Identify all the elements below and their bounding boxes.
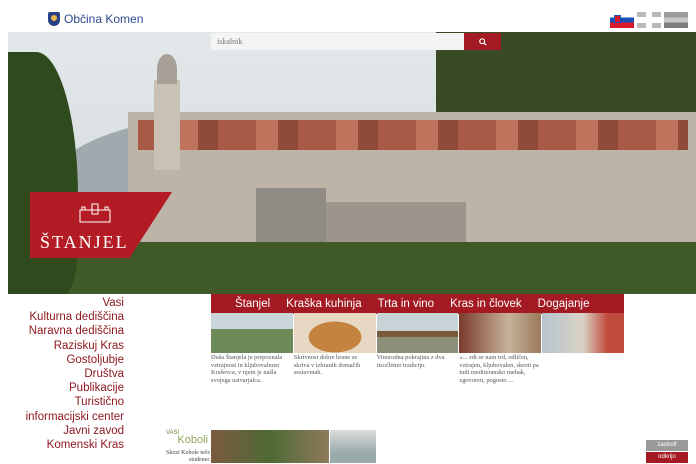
search-bar (211, 33, 501, 50)
card-caption: Duša Štanjela je prepoznala vztrajnost i… (211, 354, 283, 384)
sidebar-item-vasi[interactable]: Vasi (0, 296, 124, 310)
sidebar-item-publikacije[interactable]: Publikacije (0, 381, 124, 395)
card-caption: Skrivnost dobre hrane se skriva v izbran… (293, 354, 361, 377)
search-button[interactable] (464, 33, 501, 50)
flag-gb-icon[interactable] (637, 12, 661, 28)
tab-trta-in-vino[interactable]: Trta in vino (370, 294, 442, 314)
hero-roofs (138, 120, 688, 150)
card-image-vino[interactable] (376, 313, 459, 353)
card-image-clovek[interactable] (459, 313, 542, 353)
logo-text[interactable]: Občina Komen (64, 12, 143, 26)
sidebar-item-gostoljubje[interactable]: Gostoljubje (0, 353, 124, 367)
sidebar-item-drustva[interactable]: Društva (0, 367, 124, 381)
tab-stanjel[interactable]: Štanjel (211, 294, 278, 314)
card-caption (542, 354, 624, 384)
sidebar-item-naravna-dediscina[interactable]: Naravna dediščina (0, 324, 124, 338)
category-tabs: Štanjel Kraška kuhinja Trta in vino Kras… (211, 294, 624, 314)
sidebar-item-kulturna-dediscina[interactable]: Kulturna dediščina (0, 310, 124, 324)
tab-dogajanje[interactable]: Dogajanje (530, 294, 598, 314)
card-image-stanjel[interactable] (211, 313, 293, 353)
sidebar-item-tic-line1[interactable]: Turistično (0, 395, 124, 409)
site-logo[interactable]: Občina Komen (48, 12, 143, 26)
village-image[interactable] (211, 430, 329, 463)
card-image-dogajanje[interactable] (542, 313, 624, 353)
sidebar-item-raziskuj-kras[interactable]: Raziskuj Kras (0, 339, 124, 353)
village-name[interactable]: Koboli (150, 434, 208, 446)
card-captions: Duša Štanjela je prepoznala vztrajnost i… (211, 354, 624, 384)
card-caption: »... zdi se nam trd, odličen, vztrajen, … (459, 354, 539, 384)
tab-kras-in-clovek[interactable]: Kras in človek (442, 294, 530, 314)
sidebar-nav: Vasi Kulturna dediščina Naravna dediščin… (0, 296, 124, 452)
card-thumbnails (211, 313, 624, 353)
gray-button[interactable]: zaobolf (646, 440, 688, 451)
sidebar-item-tic-line2[interactable]: informacijski center (0, 410, 124, 424)
sidebar-item-javni-zavod-line2[interactable]: Komenski Kras (0, 438, 124, 452)
flag-si-icon[interactable] (610, 12, 634, 28)
hero-bell-tower (154, 54, 180, 170)
banner-title: ŠTANJEL (40, 232, 129, 252)
sidebar-item-javni-zavod-line1[interactable]: Javni zavod (0, 424, 124, 438)
tab-kraska-kuhinja[interactable]: Kraška kuhinja (278, 294, 369, 314)
castle-icon (79, 203, 111, 223)
search-icon (478, 37, 487, 46)
search-input[interactable] (211, 33, 464, 50)
village-text: Skozi Kobole teče studenec (166, 450, 210, 463)
language-switcher (610, 12, 688, 28)
top-bar: Občina Komen (0, 0, 696, 32)
card-caption: Vinorodna pokrajina z dva tisočletno tra… (376, 354, 445, 369)
village-image-2[interactable] (330, 430, 376, 463)
coat-of-arms-icon (48, 12, 60, 26)
red-button[interactable]: odkrijo (646, 452, 688, 463)
flag-de-icon[interactable] (664, 12, 688, 28)
card-image-kuhinja[interactable] (293, 313, 376, 353)
